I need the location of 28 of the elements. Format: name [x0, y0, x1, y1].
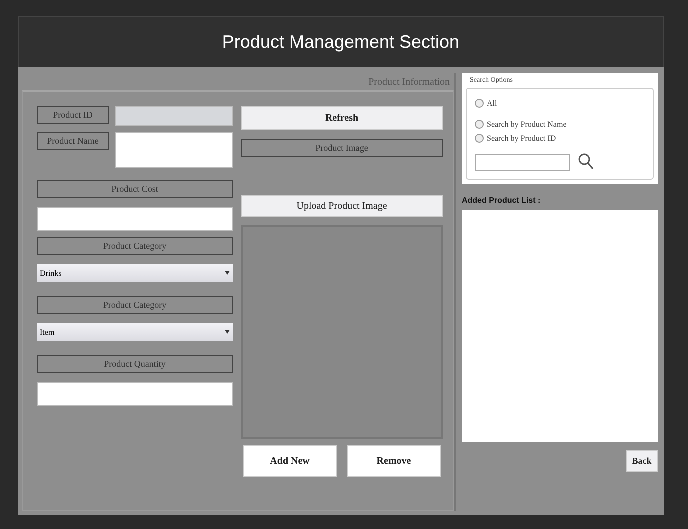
field-label: Product Quantity — [37, 355, 234, 373]
dropdown[interactable]: Drinks — [37, 264, 234, 282]
field-label: Product Name — [37, 132, 109, 150]
input-field[interactable] — [37, 382, 234, 406]
refresh-button[interactable]: Refresh — [241, 106, 443, 130]
window-title: Product Management Section — [222, 32, 460, 52]
upload-button[interactable]: Upload Product Image — [241, 195, 443, 217]
remove-button[interactable]: Remove — [347, 445, 441, 477]
add-button[interactable]: Add New — [243, 445, 338, 477]
radio-option[interactable]: Search by Product Name — [475, 120, 645, 129]
field-label: Product Category — [37, 237, 234, 255]
search-icon[interactable] — [578, 153, 594, 171]
dropdown[interactable]: Item — [37, 323, 234, 341]
search-field[interactable] — [475, 154, 570, 170]
input-field[interactable] — [115, 132, 234, 168]
list-label: Added Product List : — [462, 196, 542, 205]
radio-option[interactable]: All — [475, 99, 645, 108]
radio-option[interactable]: Search by Product ID — [475, 134, 645, 143]
caret-icon — [225, 271, 230, 275]
back-button[interactable]: Back — [626, 450, 658, 472]
section-title: Product Information — [368, 77, 450, 88]
field-label: Product Category — [37, 296, 234, 314]
caret-icon — [225, 330, 230, 334]
input-field[interactable] — [37, 207, 234, 231]
field-label: Product ID — [37, 106, 109, 124]
image-label: Product Image — [241, 139, 443, 157]
product-list[interactable] — [462, 210, 658, 442]
field-label: Product Cost — [37, 180, 234, 198]
